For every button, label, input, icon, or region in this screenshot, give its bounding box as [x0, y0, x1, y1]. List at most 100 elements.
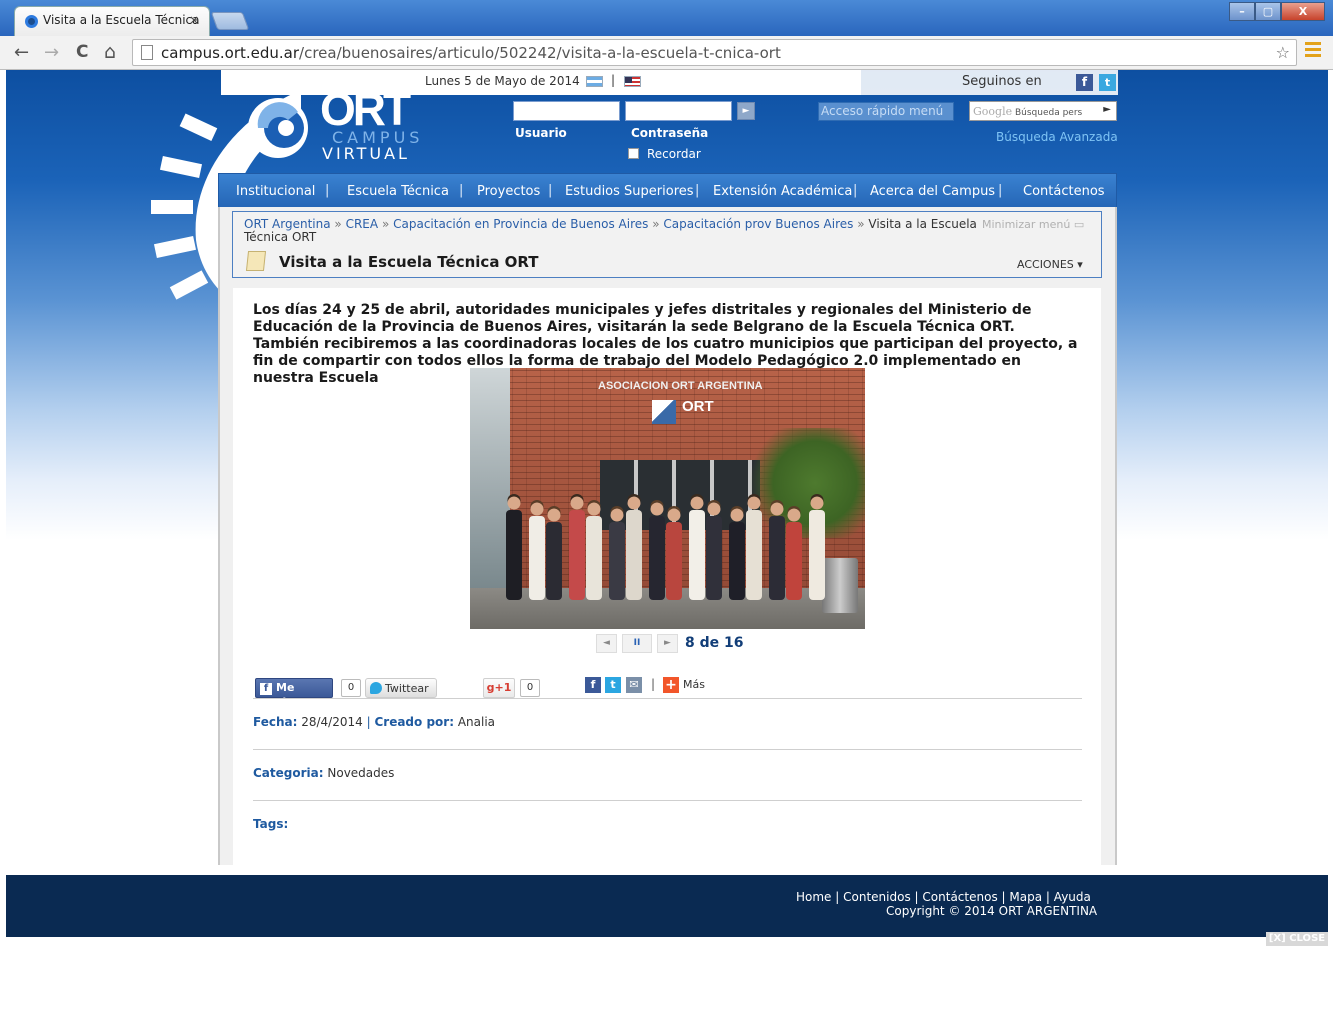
username-input[interactable] [513, 101, 620, 121]
breadcrumb: ORT Argentina » CREA » Capacitación en P… [244, 218, 984, 244]
password-input[interactable] [625, 101, 732, 121]
username-label: Usuario [515, 126, 567, 140]
password-label: Contraseña [631, 126, 709, 140]
maximize-button[interactable]: ▢ [1255, 2, 1281, 21]
photo-logo-text: ORT [650, 398, 718, 428]
ort-logo-icon[interactable] [238, 90, 322, 160]
footer-link-mapa[interactable]: Mapa [1009, 890, 1042, 904]
nav-separator: | [459, 183, 464, 198]
nav-item-estudios-superiores[interactable]: Estudios Superiores [565, 184, 694, 199]
nav-item-escuela-tecnica[interactable]: Escuela Técnica [347, 184, 449, 199]
breadcrumb-item[interactable]: CREA [346, 217, 379, 231]
photo-sign-text: ASOCIACION ORT ARGENTINA [598, 380, 763, 392]
google-brand: Google [973, 105, 1013, 118]
nav-item-acerca-del-campus[interactable]: Acerca del Campus [870, 184, 995, 199]
slideshow-prev-icon[interactable]: ◄ [596, 634, 617, 653]
breadcrumb-item[interactable]: Capacitación prov Buenos Aires [663, 217, 853, 231]
slideshow-pause-button[interactable]: II [622, 634, 652, 653]
lang-separator: | [611, 73, 616, 87]
minimize-button[interactable]: – [1229, 2, 1255, 21]
note-edit-icon [245, 251, 267, 271]
category-value[interactable]: Novedades [327, 766, 394, 780]
window-controls: – ▢ X [1229, 2, 1325, 22]
footer-link-ayuda[interactable]: Ayuda [1054, 890, 1091, 904]
footer-link-contactenos[interactable]: Contáctenos [922, 890, 997, 904]
nav-item-extension-academica[interactable]: Extensión Académica [713, 184, 852, 199]
web-page: Lunes 5 de Mayo de 2014 | Seguinos en f … [6, 70, 1328, 1015]
tab-close-icon[interactable]: × [189, 13, 199, 27]
close-overlay-button[interactable]: [X] CLOSE [1266, 932, 1328, 946]
tab-strip: Visita a la Escuela Técnica × – ▢ X [0, 0, 1333, 36]
page-icon [141, 45, 153, 60]
breadcrumb-current: Visita a la Escuela [868, 217, 977, 231]
slideshow-next-icon[interactable]: ► [657, 634, 678, 653]
address-url: campus.ort.edu.ar/crea/buenosaires/artic… [161, 44, 781, 62]
close-window-button[interactable]: X [1281, 2, 1325, 21]
footer-link-home[interactable]: Home [796, 890, 831, 904]
date-label: Fecha: [253, 715, 298, 729]
footer-separator: | [835, 890, 840, 904]
english-flag-icon[interactable] [624, 76, 641, 87]
divider [253, 749, 1082, 750]
quick-access-menu[interactable]: Acceso rápido menú [818, 102, 954, 121]
minimize-menu-link[interactable]: Minimizar menú ▭ [982, 218, 1084, 231]
breadcrumb-item[interactable]: ORT Argentina [244, 217, 331, 231]
browser-chrome: Visita a la Escuela Técnica × – ▢ X ← → … [0, 0, 1333, 70]
article-tags: Tags: [253, 817, 288, 831]
home-icon[interactable]: ⌂ [104, 41, 116, 63]
author-label: Creado por: [374, 715, 454, 729]
facebook-like-button[interactable]: f Me gusta [255, 678, 333, 708]
tags-label: Tags: [253, 817, 289, 831]
nav-separator: | [548, 183, 553, 198]
author-value: Analia [457, 715, 496, 729]
meta-separator: | [366, 715, 371, 729]
share-facebook-icon[interactable]: f [585, 677, 601, 693]
nav-item-contactenos[interactable]: Contáctenos [1023, 184, 1105, 199]
twitter-icon[interactable]: t [1099, 74, 1116, 91]
google-search-go-icon[interactable]: ► [1103, 104, 1111, 115]
current-date: Lunes 5 de Mayo de 2014 [425, 74, 580, 88]
nav-item-proyectos[interactable]: Proyectos [477, 184, 540, 199]
share-more-link[interactable]: Más [683, 678, 705, 691]
nav-separator: | [853, 183, 858, 198]
breadcrumb-current-continued: Técnica ORT [244, 230, 317, 244]
breadcrumb-separator: » [381, 217, 390, 231]
facebook-icon[interactable]: f [1076, 74, 1093, 91]
advanced-search-link[interactable]: Búsqueda Avanzada [996, 130, 1118, 144]
actions-dropdown[interactable]: ACCIONES ▾ [1017, 258, 1083, 271]
footer-links: Home | Contenidos | Contáctenos | Mapa |… [796, 890, 1091, 904]
reload-icon[interactable]: C [76, 42, 88, 62]
main-navigation: Institucional | Escuela Técnica | Proyec… [218, 173, 1117, 208]
remember-label: Recordar [647, 147, 701, 161]
nav-separator: | [695, 183, 700, 198]
breadcrumb-item[interactable]: Capacitación en Provincia de Buenos Aire… [393, 217, 648, 231]
footer-separator: | [1001, 890, 1006, 904]
login-button[interactable]: ► [737, 102, 755, 120]
share-email-icon[interactable]: ✉ [626, 677, 642, 693]
google-plus-button[interactable]: g+1 [483, 678, 515, 698]
slideshow-photo[interactable]: ASOCIACION ORT ARGENTINA ORT [470, 368, 865, 629]
article-meta: Fecha: 28/4/2014 | Creado por: Analia [253, 715, 495, 729]
checkbox-icon[interactable] [628, 148, 639, 159]
remember-checkbox[interactable]: Recordar [628, 147, 701, 161]
divider [253, 800, 1082, 801]
share-more-icon[interactable]: + [663, 677, 679, 693]
facebook-icon: f [260, 683, 272, 695]
forward-arrow-icon[interactable]: → [44, 42, 59, 63]
google-search-input[interactable]: Google Búsqueda pers ► [969, 101, 1117, 121]
article-category: Categoria: Novedades [253, 766, 394, 780]
page-title: Visita a la Escuela Técnica ORT [279, 253, 539, 271]
new-tab-button[interactable] [210, 12, 250, 30]
nav-item-institucional[interactable]: Institucional [236, 184, 315, 199]
address-bar[interactable]: campus.ort.edu.ar/crea/buenosaires/artic… [132, 39, 1297, 66]
share-twitter-icon[interactable]: t [605, 677, 621, 693]
share-separator: | [651, 677, 656, 691]
star-icon[interactable]: ☆ [1276, 43, 1290, 62]
browser-tab[interactable]: Visita a la Escuela Técnica × [14, 6, 210, 36]
spanish-flag-icon[interactable] [586, 76, 603, 87]
breadcrumb-separator: » [857, 217, 865, 231]
browser-menu-icon[interactable] [1305, 42, 1321, 58]
tweet-button[interactable]: Twittear [365, 678, 437, 698]
back-arrow-icon[interactable]: ← [14, 42, 29, 63]
footer-link-contenidos[interactable]: Contenidos [843, 890, 911, 904]
